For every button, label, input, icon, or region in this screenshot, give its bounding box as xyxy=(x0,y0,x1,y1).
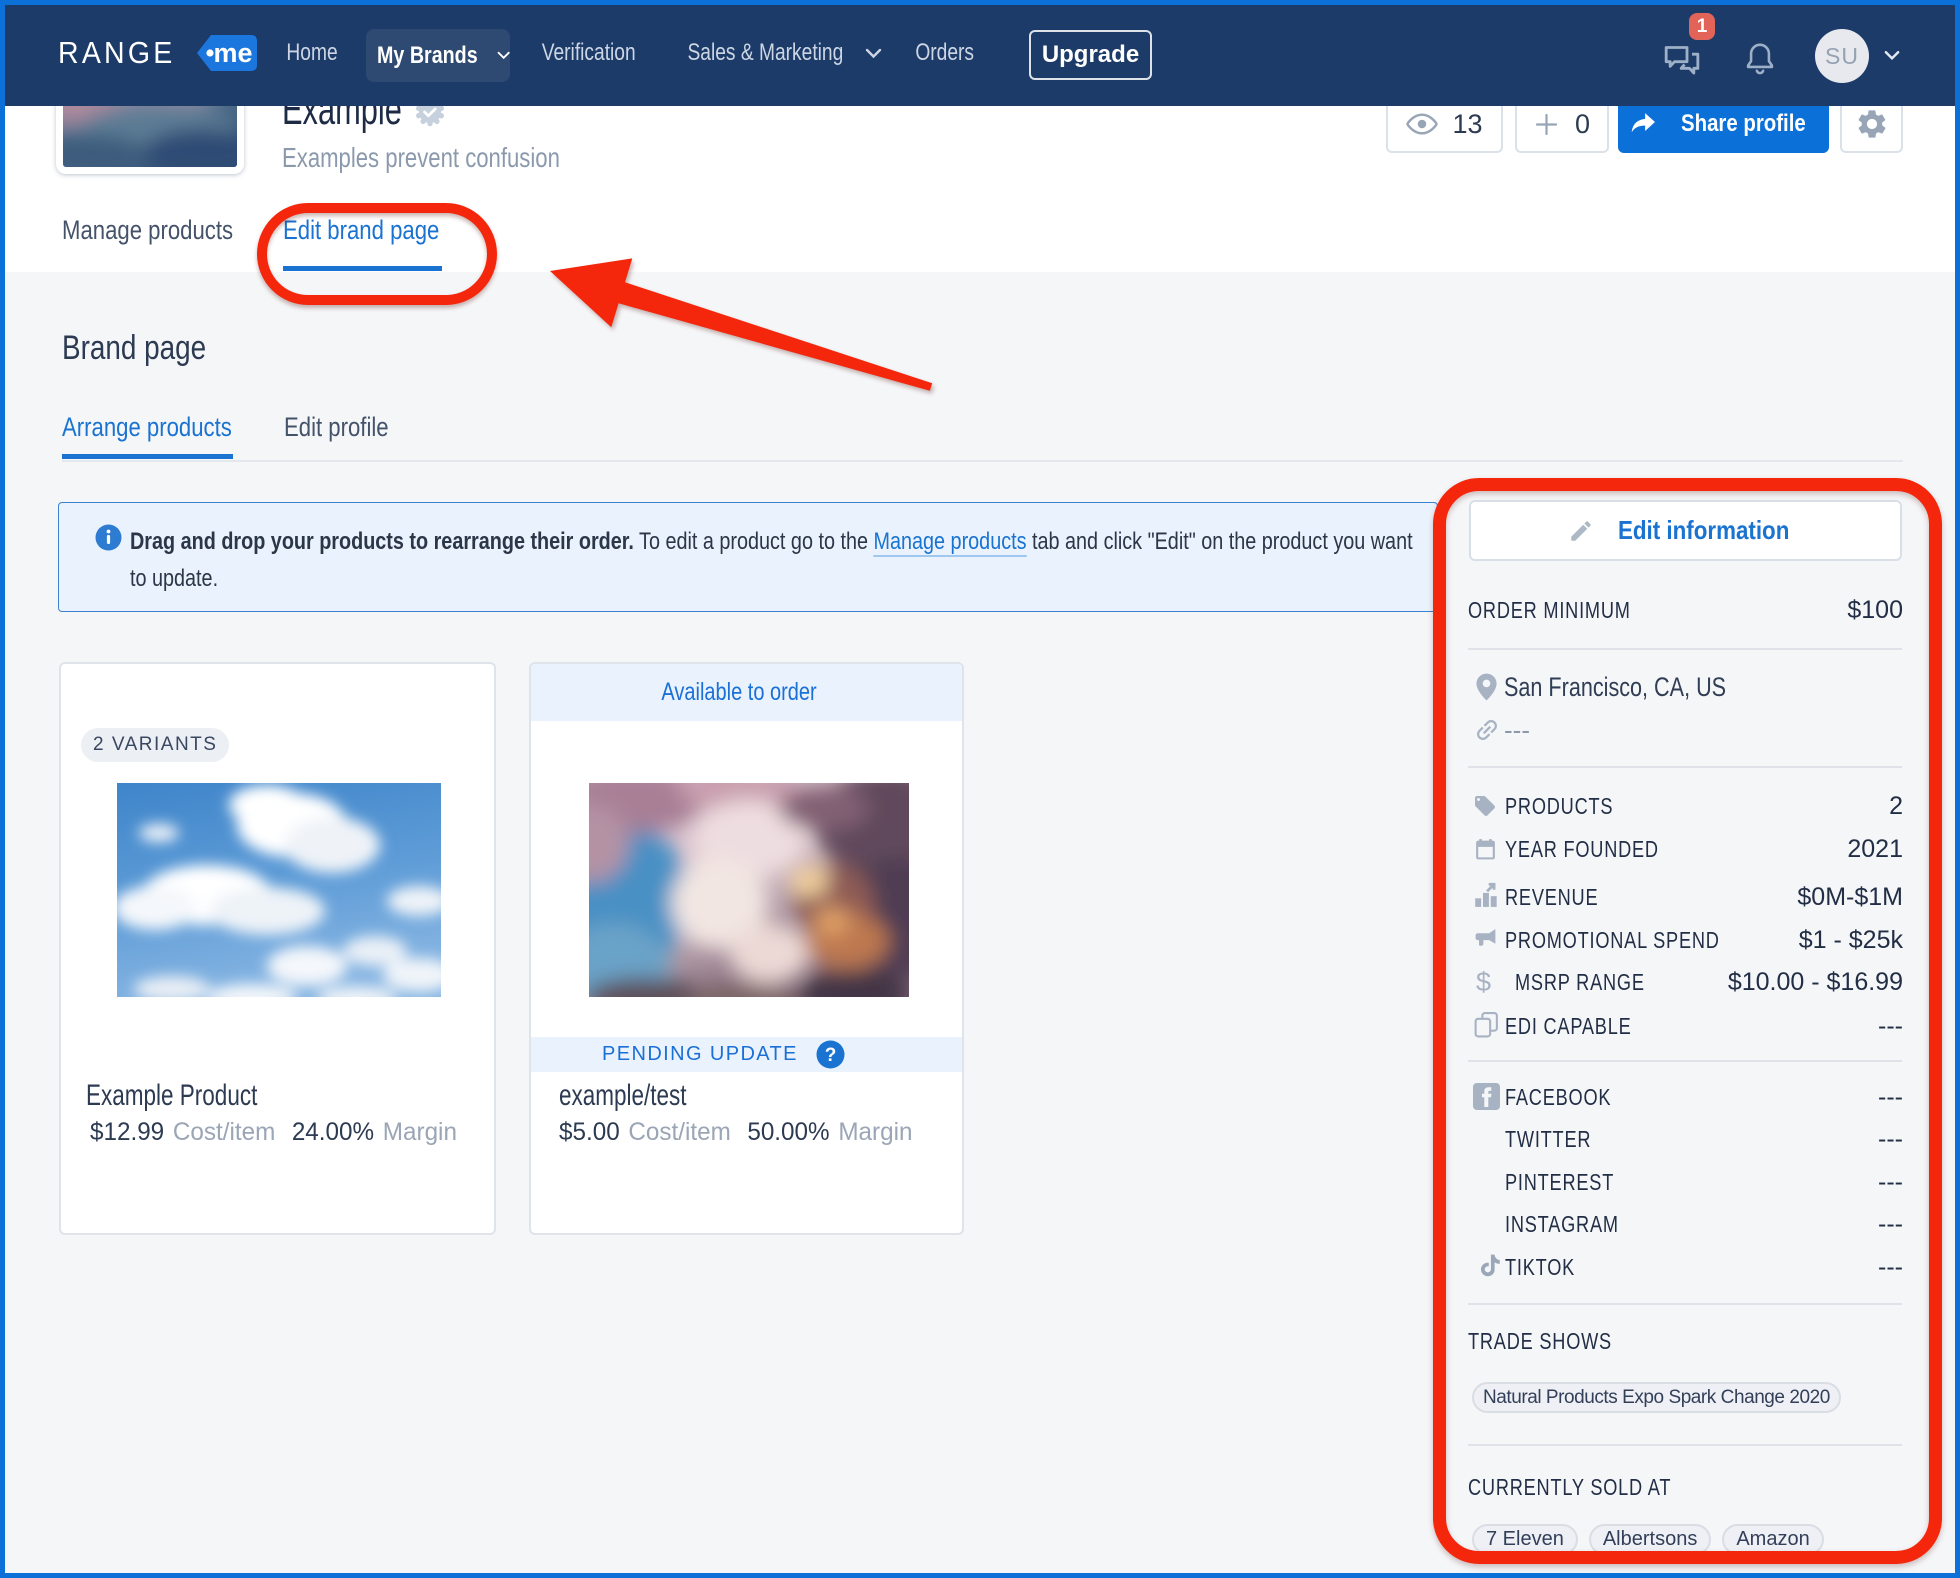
svg-text:me: me xyxy=(213,38,252,68)
svg-text:?: ? xyxy=(825,1045,837,1066)
